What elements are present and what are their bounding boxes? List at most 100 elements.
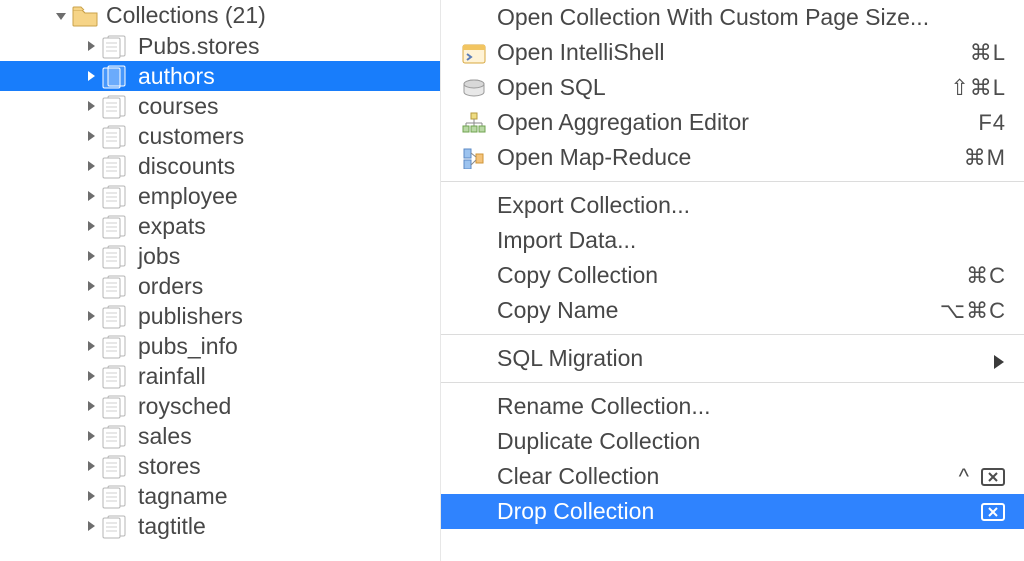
collection-icon	[102, 65, 132, 87]
menu-item[interactable]: Open Map-Reduce ⌘M	[441, 140, 1024, 175]
icon-placeholder	[461, 228, 487, 254]
tree-item-label: orders	[138, 273, 203, 300]
tree-item[interactable]: authors	[0, 61, 440, 91]
disclosure-triangle-icon[interactable]	[84, 339, 98, 353]
disclosure-triangle-icon[interactable]	[84, 129, 98, 143]
disclosure-triangle-icon[interactable]	[84, 189, 98, 203]
disclosure-triangle-icon[interactable]	[84, 159, 98, 173]
tree-item-label: Pubs.stores	[138, 33, 259, 60]
collection-icon	[102, 95, 132, 117]
tree-item[interactable]: stores	[0, 451, 440, 481]
tree-item[interactable]: customers	[0, 121, 440, 151]
disclosure-triangle-icon[interactable]	[84, 309, 98, 323]
menu-shortcut: ⌘M	[964, 145, 1006, 171]
menu-shortcut: ⌘C	[966, 263, 1006, 289]
tree-item[interactable]: sales	[0, 421, 440, 451]
disclosure-triangle-icon[interactable]	[54, 9, 68, 23]
disclosure-triangle-icon[interactable]	[84, 459, 98, 473]
disclosure-triangle-icon[interactable]	[84, 369, 98, 383]
menu-shortcut: F4	[978, 110, 1006, 136]
menu-shortcut: ⇧⌘L	[950, 75, 1006, 101]
menu-shortcut: ⌥⌘C	[940, 298, 1006, 324]
menu-item-label: Open Collection With Custom Page Size...	[497, 4, 1006, 31]
icon-placeholder	[461, 429, 487, 455]
tree-item-label: rainfall	[138, 363, 206, 390]
tree-item-label: expats	[138, 213, 206, 240]
menu-item-label: Rename Collection...	[497, 393, 1006, 420]
tree-item-label: pubs_info	[138, 333, 238, 360]
tree-item[interactable]: employee	[0, 181, 440, 211]
disclosure-triangle-icon[interactable]	[84, 489, 98, 503]
menu-item-label: Drop Collection	[497, 498, 970, 525]
tree-item-label: customers	[138, 123, 244, 150]
tree-item[interactable]: expats	[0, 211, 440, 241]
tree-item-label: stores	[138, 453, 201, 480]
collection-icon	[102, 35, 132, 57]
menu-item[interactable]: Open Aggregation Editor F4	[441, 105, 1024, 140]
tree-item[interactable]: publishers	[0, 301, 440, 331]
tree-folder-row[interactable]: Collections (21)	[0, 0, 440, 31]
menu-item[interactable]: SQL Migration	[441, 341, 1024, 376]
tree-item-label: employee	[138, 183, 238, 210]
disclosure-triangle-icon[interactable]	[84, 399, 98, 413]
disclosure-triangle-icon[interactable]	[84, 69, 98, 83]
menu-item[interactable]: Clear Collection^	[441, 459, 1024, 494]
tree-item-label: tagtitle	[138, 513, 206, 540]
disclosure-triangle-icon[interactable]	[84, 279, 98, 293]
tree-item-label: publishers	[138, 303, 243, 330]
collection-icon	[102, 275, 132, 297]
collection-icon	[102, 245, 132, 267]
tree-item-label: sales	[138, 423, 192, 450]
tree-panel: Collections (21) Pubs.storesauthorscours…	[0, 0, 440, 561]
menu-item-label: Open IntelliShell	[497, 39, 960, 66]
menu-separator	[441, 334, 1024, 335]
menu-item[interactable]: Open SQL⇧⌘L	[441, 70, 1024, 105]
collection-icon	[102, 155, 132, 177]
disclosure-triangle-icon[interactable]	[84, 249, 98, 263]
tree-item[interactable]: rainfall	[0, 361, 440, 391]
icon-placeholder	[461, 346, 487, 372]
collection-icon	[102, 335, 132, 357]
tree-item-label: tagname	[138, 483, 228, 510]
disclosure-triangle-icon[interactable]	[84, 519, 98, 533]
collection-icon	[102, 305, 132, 327]
tree-item[interactable]: discounts	[0, 151, 440, 181]
menu-item-label: Export Collection...	[497, 192, 1006, 219]
tree-item[interactable]: tagname	[0, 481, 440, 511]
tree-item-label: roysched	[138, 393, 231, 420]
icon-placeholder	[461, 263, 487, 289]
tree-item[interactable]: orders	[0, 271, 440, 301]
menu-item-label: Open Map-Reduce	[497, 144, 954, 171]
menu-item-label: Open Aggregation Editor	[497, 109, 968, 136]
context-menu: Open Collection With Custom Page Size...…	[440, 0, 1024, 561]
tree-item[interactable]: courses	[0, 91, 440, 121]
disclosure-triangle-icon[interactable]	[84, 219, 98, 233]
menu-item[interactable]: Import Data...	[441, 223, 1024, 258]
menu-item[interactable]: Drop Collection	[441, 494, 1024, 529]
disclosure-triangle-icon[interactable]	[84, 39, 98, 53]
menu-shortcut: ^	[959, 464, 970, 490]
menu-item[interactable]: Open Collection With Custom Page Size...	[441, 0, 1024, 35]
collection-icon	[102, 455, 132, 477]
menu-item[interactable]: Copy Name⌥⌘C	[441, 293, 1024, 328]
menu-item-label: Duplicate Collection	[497, 428, 1006, 455]
tree-item[interactable]: pubs_info	[0, 331, 440, 361]
menu-item[interactable]: Copy Collection⌘C	[441, 258, 1024, 293]
disclosure-triangle-icon[interactable]	[84, 429, 98, 443]
tree-item[interactable]: Pubs.stores	[0, 31, 440, 61]
icon-placeholder	[461, 394, 487, 420]
tree-item-label: jobs	[138, 243, 180, 270]
icon-placeholder	[461, 464, 487, 490]
tree-item[interactable]: jobs	[0, 241, 440, 271]
disclosure-triangle-icon[interactable]	[84, 99, 98, 113]
tree-item[interactable]: roysched	[0, 391, 440, 421]
tree-item[interactable]: tagtitle	[0, 511, 440, 541]
menu-item[interactable]: Open IntelliShell⌘L	[441, 35, 1024, 70]
menu-item[interactable]: Rename Collection...	[441, 389, 1024, 424]
menu-separator	[441, 382, 1024, 383]
menu-item[interactable]: Export Collection...	[441, 188, 1024, 223]
aggregation-icon	[461, 110, 487, 136]
menu-item[interactable]: Duplicate Collection	[441, 424, 1024, 459]
collection-icon	[102, 185, 132, 207]
icon-placeholder	[461, 5, 487, 31]
